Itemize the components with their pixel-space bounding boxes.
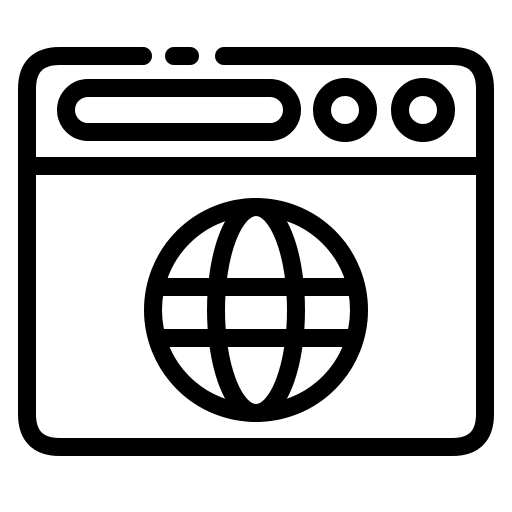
globe-icon xyxy=(144,198,368,422)
web-browser-globe-icon xyxy=(18,47,494,456)
window-control-dot[interactable] xyxy=(313,78,377,142)
browser-window-frame-icon xyxy=(18,47,494,456)
window-control-dot[interactable] xyxy=(391,78,455,142)
globe-meridian xyxy=(207,198,305,422)
browser-globe-icon-canvas xyxy=(0,0,512,512)
window-frame-outline xyxy=(18,47,494,456)
globe-outline xyxy=(144,198,368,422)
address-bar[interactable] xyxy=(57,79,301,141)
